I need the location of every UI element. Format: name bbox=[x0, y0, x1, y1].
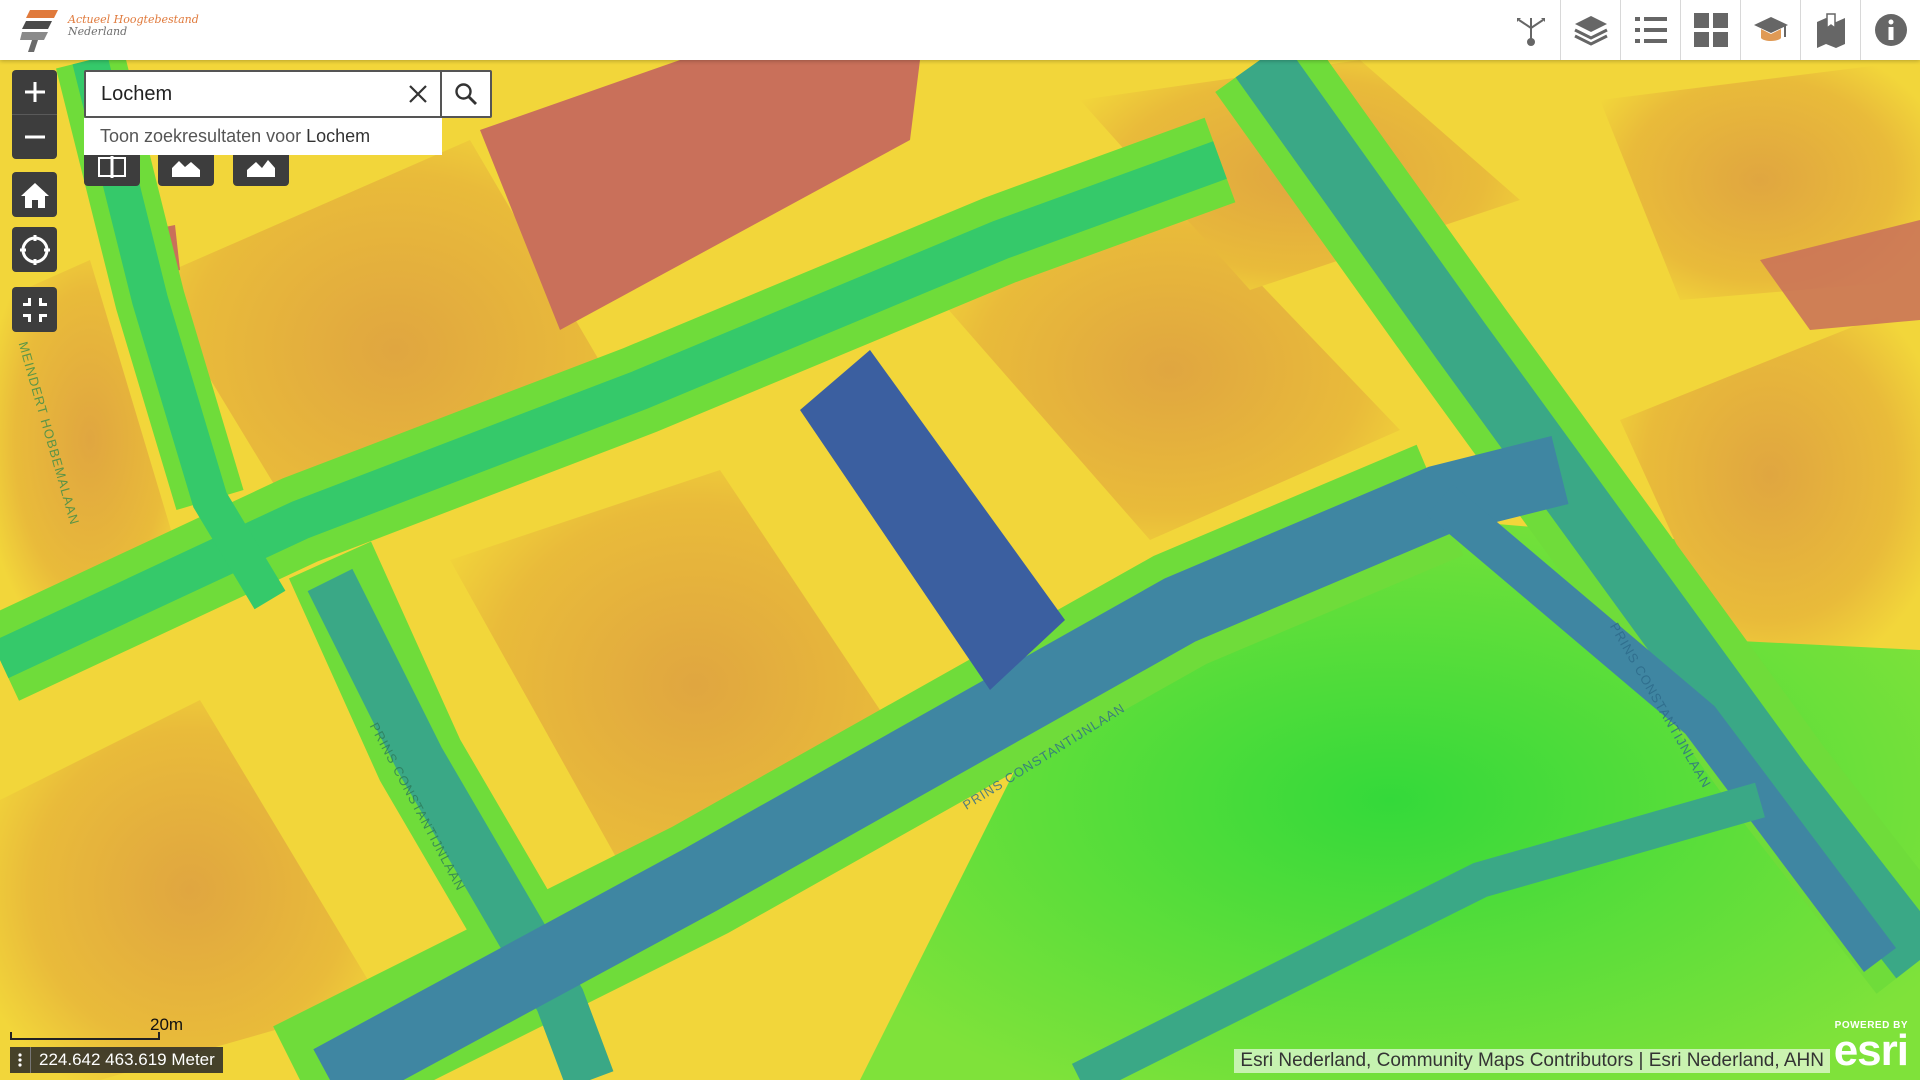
search-box bbox=[84, 70, 492, 118]
coordinate-value: 224.642 463.619 Meter bbox=[39, 1050, 215, 1069]
logo-subtitle: Nederland bbox=[68, 25, 128, 38]
plus-icon bbox=[24, 82, 45, 102]
info-button[interactable] bbox=[1860, 0, 1920, 60]
bookmark-icon bbox=[1816, 13, 1845, 48]
zoom-out-button[interactable] bbox=[12, 114, 57, 159]
search-suggestion[interactable]: Toon zoekresultaten voor Lochem bbox=[84, 118, 442, 155]
clear-search-button[interactable] bbox=[396, 72, 440, 116]
legend-icon bbox=[1634, 17, 1667, 43]
education-button[interactable] bbox=[1740, 0, 1800, 60]
coordinate-display: 224.642 463.619 Meter bbox=[10, 1047, 223, 1073]
minus-icon bbox=[24, 135, 45, 139]
locate-icon bbox=[19, 234, 50, 265]
ahn-logo-icon bbox=[20, 10, 58, 52]
exit-fullscreen-icon bbox=[22, 297, 47, 322]
suggestion-term: Lochem bbox=[306, 126, 371, 146]
more-icon bbox=[18, 1053, 22, 1067]
elevation-map[interactable]: MEINDERT HOBBEMALAAN PRINS CONSTANTIJNLA… bbox=[0, 60, 1920, 1080]
fullscreen-button[interactable] bbox=[12, 287, 57, 332]
education-icon bbox=[1753, 17, 1788, 41]
layers-icon bbox=[1573, 16, 1608, 46]
home-button[interactable] bbox=[12, 172, 57, 217]
coordinate-toggle[interactable] bbox=[10, 1047, 31, 1073]
layers-button[interactable] bbox=[1560, 0, 1620, 60]
basemap-gallery-icon bbox=[1693, 13, 1728, 47]
legend-button[interactable] bbox=[1620, 0, 1680, 60]
terrain-icon bbox=[247, 160, 275, 177]
share-button[interactable] bbox=[1501, 0, 1560, 60]
search-input[interactable] bbox=[86, 72, 396, 116]
basemap-gallery-button[interactable] bbox=[1680, 0, 1740, 60]
home-icon bbox=[20, 182, 49, 208]
toolbar bbox=[1501, 0, 1920, 60]
zoom-in-button[interactable] bbox=[12, 70, 57, 114]
search-icon bbox=[455, 83, 477, 105]
map-attribution[interactable]: Esri Nederland, Community Maps Contribut… bbox=[1234, 1049, 1830, 1073]
info-icon bbox=[1874, 14, 1907, 46]
esri-logo[interactable]: POWERED BY esri bbox=[1833, 1020, 1909, 1075]
app-logo[interactable]: Actueel Hoogtebestand Nederland bbox=[18, 6, 199, 52]
suggestion-prefix: Toon zoekresultaten voor bbox=[100, 126, 302, 146]
zoom-control bbox=[12, 70, 57, 159]
elevation-raster bbox=[0, 60, 1920, 1080]
close-icon bbox=[409, 85, 427, 103]
header-bar: Actueel Hoogtebestand Nederland bbox=[0, 0, 1920, 60]
share-icon bbox=[1516, 18, 1545, 46]
search-button[interactable] bbox=[440, 72, 490, 116]
bookmarks-button[interactable] bbox=[1800, 0, 1860, 60]
locate-button[interactable] bbox=[12, 227, 57, 272]
swipe-icon bbox=[98, 156, 126, 178]
esri-wordmark: esri bbox=[1833, 1026, 1909, 1075]
elevation-profile-icon bbox=[172, 161, 200, 177]
scale-label: 20m bbox=[150, 1015, 184, 1034]
scale-bar-line bbox=[10, 1032, 160, 1040]
